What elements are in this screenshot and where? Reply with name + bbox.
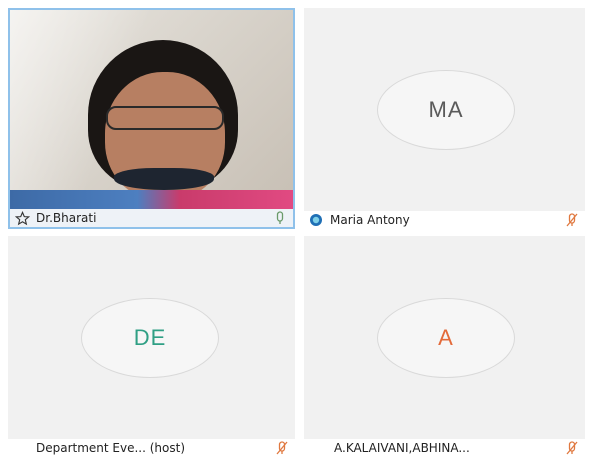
avatar: MA xyxy=(377,70,515,150)
mic-on-icon xyxy=(273,211,287,225)
participant-namebar: Department Eve... (host) xyxy=(8,439,295,457)
mic-muted-icon xyxy=(565,213,579,227)
participant-name: Maria Antony xyxy=(330,213,410,227)
participant-tile-video[interactable]: Dr.Bharati xyxy=(8,8,295,229)
participant-tile-avatar[interactable]: A A.KALAIVANI,ABHINA... xyxy=(304,236,585,457)
avatar: A xyxy=(377,298,515,378)
participant-video xyxy=(10,10,293,227)
participant-grid: Dr.Bharati MA Maria Antony DE Department… xyxy=(0,0,589,459)
participant-name: Department Eve... (host) xyxy=(36,441,186,455)
mic-muted-icon xyxy=(565,441,579,455)
participant-namebar: A.KALAIVANI,ABHINA... xyxy=(304,439,585,457)
avatar: DE xyxy=(81,298,219,378)
participant-namebar: Maria Antony xyxy=(304,211,585,229)
participant-namebar: Dr.Bharati xyxy=(10,209,293,227)
participant-name: A.KALAIVANI,ABHINA... xyxy=(334,441,470,455)
participant-tile-avatar[interactable]: MA Maria Antony xyxy=(304,8,585,229)
pin-star-icon[interactable] xyxy=(14,210,30,226)
participant-tile-avatar[interactable]: DE Department Eve... (host) xyxy=(8,236,295,457)
participant-name: Dr.Bharati xyxy=(36,211,97,225)
mic-muted-icon xyxy=(275,441,289,455)
network-quality-icon xyxy=(308,212,324,228)
